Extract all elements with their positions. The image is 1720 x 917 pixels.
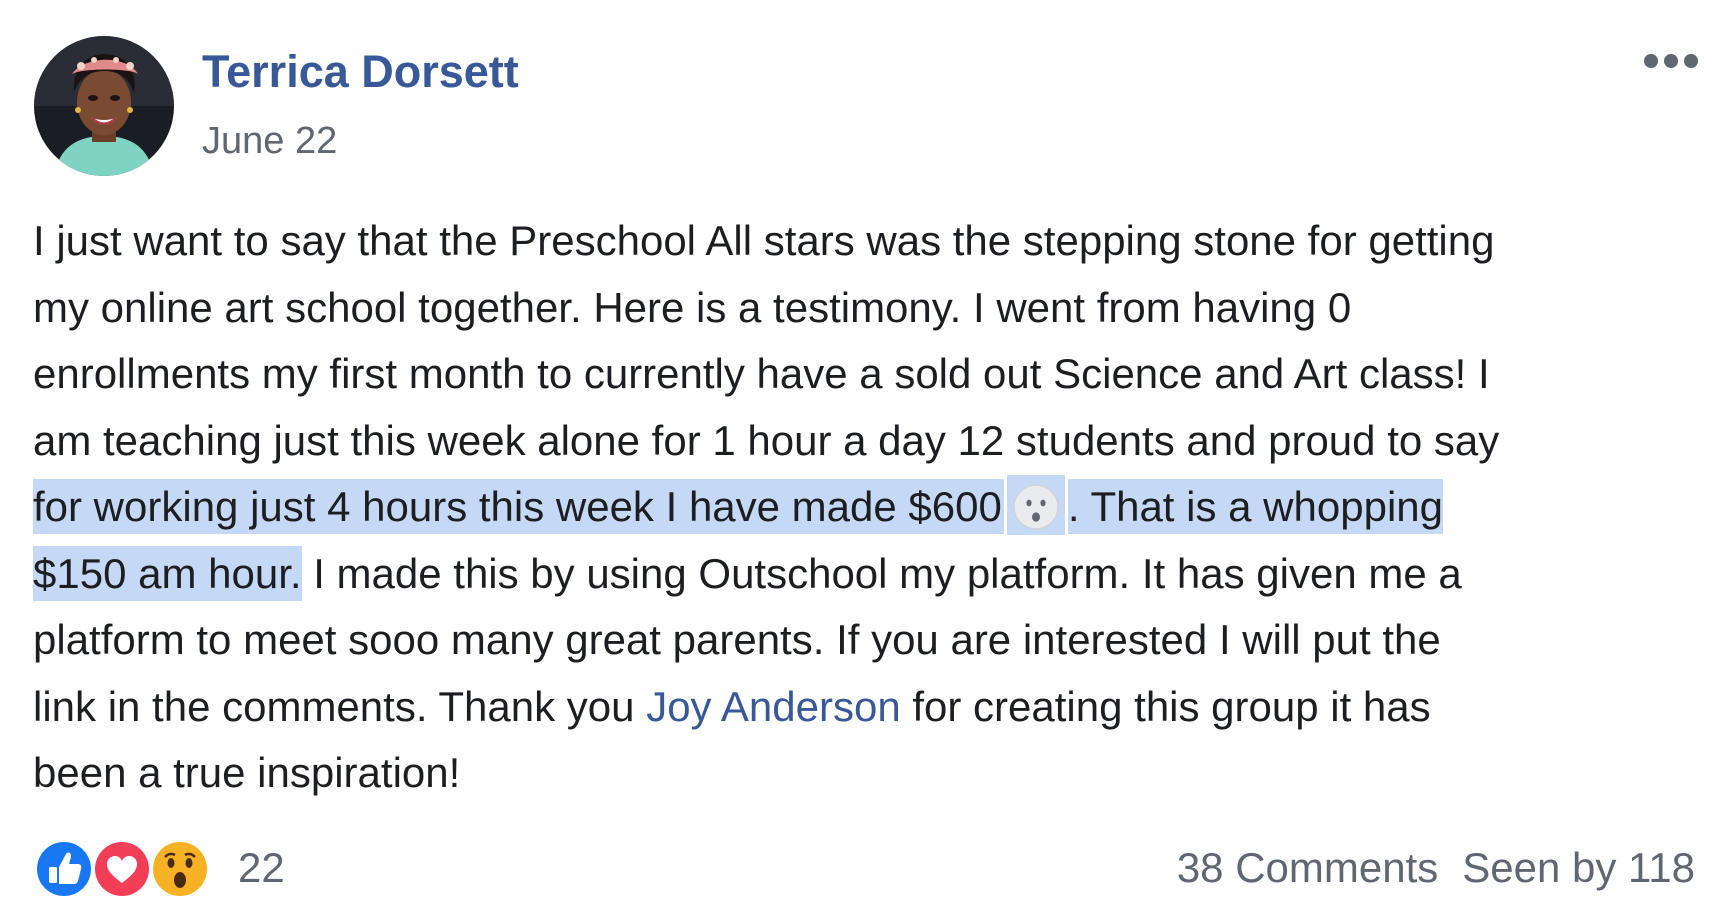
post-line: $150 am hour. I made this by using Outsc… bbox=[33, 541, 1703, 608]
post-line: been a true inspiration! bbox=[33, 749, 461, 796]
highlighted-text[interactable]: $150 am hour. bbox=[33, 545, 302, 601]
post-line: am teaching just this week alone for 1 h… bbox=[33, 416, 1500, 464]
post-body: I just want to say that the Preschool Al… bbox=[33, 208, 1703, 807]
reaction-count: 22 bbox=[238, 844, 285, 891]
like-icon bbox=[33, 838, 95, 900]
post-line: my online art school together. Here is a… bbox=[33, 283, 1352, 331]
post-line: enrollments my first month to currently … bbox=[33, 350, 1490, 397]
post-date[interactable]: June 22 bbox=[202, 120, 337, 163]
author-name[interactable]: Terrica Dorsett bbox=[202, 46, 519, 98]
post-card: Terrica Dorsett June 22 I just want to s… bbox=[0, 0, 1720, 917]
love-icon bbox=[91, 838, 153, 900]
hushed-face-icon bbox=[1006, 475, 1065, 535]
post-line: I just want to say that the Preschool Al… bbox=[33, 217, 1495, 264]
comments-count-link[interactable]: 38 Comments bbox=[1177, 844, 1438, 891]
more-options-icon[interactable] bbox=[1640, 46, 1702, 76]
post-stats: 38 Comments Seen by 118 bbox=[1177, 844, 1695, 892]
highlighted-text[interactable]: . That is a whopping bbox=[1067, 479, 1443, 534]
post-line: platform to meet sooo many great parents… bbox=[33, 616, 1441, 663]
avatar[interactable] bbox=[34, 36, 174, 176]
post-line: link in the comments. Thank you Joy Ande… bbox=[33, 674, 1703, 741]
seen-by-link[interactable]: Seen by 118 bbox=[1462, 844, 1695, 891]
post-text: link in the comments. Thank you bbox=[33, 682, 647, 730]
post-line: for working just 4 hours this week I hav… bbox=[33, 474, 1703, 541]
highlighted-text[interactable]: for working just 4 hours this week I hav… bbox=[33, 479, 1004, 534]
user-mention-link[interactable]: Joy Anderson bbox=[646, 683, 901, 730]
post-text: I made this by using Outschool my platfo… bbox=[301, 549, 1462, 597]
post-text: for creating this group it has bbox=[900, 682, 1431, 730]
wow-icon bbox=[149, 838, 211, 900]
